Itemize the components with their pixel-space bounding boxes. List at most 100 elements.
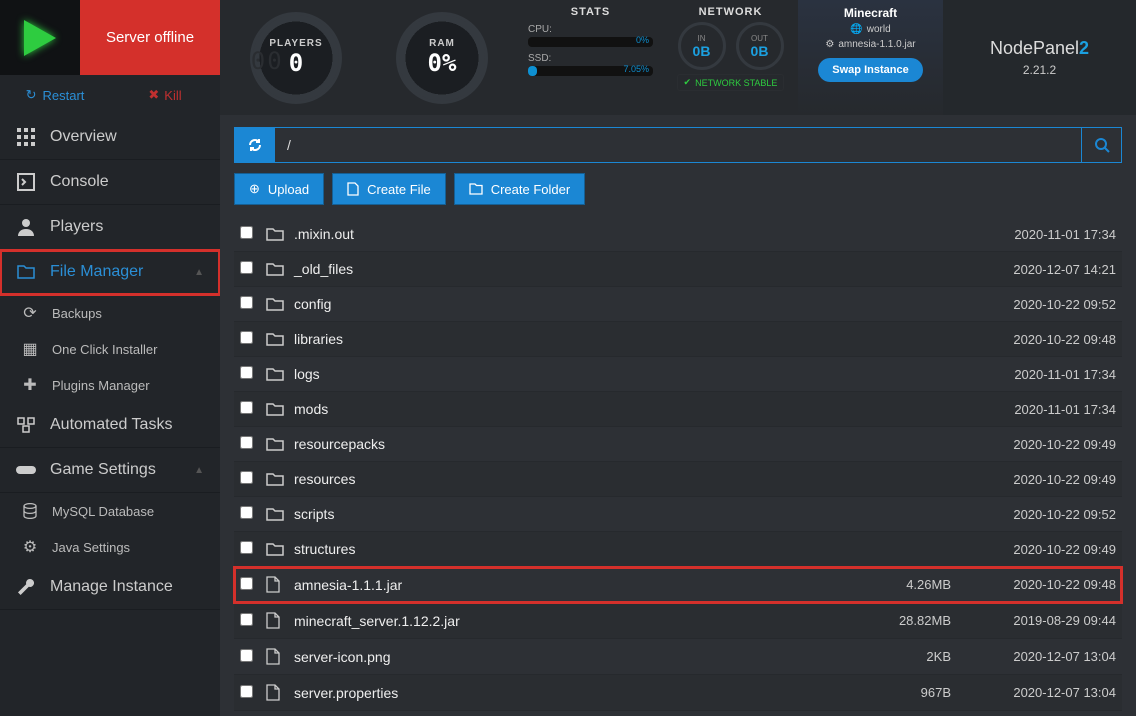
row-checkbox[interactable] — [240, 401, 266, 417]
sidebar-item-overview[interactable]: Overview — [0, 115, 220, 160]
create-file-button[interactable]: Create File — [332, 173, 446, 205]
file-row[interactable]: scripts2020-10-22 09:52 — [234, 497, 1122, 532]
file-date: 2020-10-22 09:49 — [951, 472, 1116, 487]
file-row[interactable]: minecraft_server.1.12.2.jar28.82MB2019-0… — [234, 603, 1122, 639]
row-checkbox[interactable] — [240, 226, 266, 242]
file-name: server-icon.png — [294, 649, 841, 665]
file-row[interactable]: _old_files2020-12-07 14:21 — [234, 252, 1122, 287]
folder-icon — [16, 262, 36, 282]
sidebar-item-plugins[interactable]: ✚ Plugins Manager — [0, 367, 220, 403]
file-icon — [347, 182, 359, 196]
row-checkbox[interactable] — [240, 541, 266, 557]
minecraft-panel: Minecraft 🌐world ⚙amnesia-1.1.0.jar Swap… — [798, 0, 943, 115]
row-checkbox[interactable] — [240, 685, 266, 701]
row-checkbox[interactable] — [240, 577, 266, 593]
server-status: Server offline — [80, 0, 220, 75]
refresh-path-button[interactable] — [235, 128, 275, 162]
sidebar-item-file-manager[interactable]: File Manager ▲ — [0, 250, 220, 295]
file-row[interactable]: resourcepacks2020-10-22 09:49 — [234, 427, 1122, 462]
sidebar-item-automated-tasks[interactable]: Automated Tasks — [0, 403, 220, 448]
row-checkbox[interactable] — [240, 649, 266, 665]
file-date: 2020-12-07 13:04 — [951, 649, 1116, 664]
folder-icon — [266, 262, 294, 277]
file-row[interactable]: server.properties967B2020-12-07 13:04 — [234, 675, 1122, 711]
ram-gauge: RAM 0% — [396, 12, 488, 104]
file-row[interactable]: config2020-10-22 09:52 — [234, 287, 1122, 322]
grid-icon: ▦ — [20, 339, 40, 359]
globe-icon: 🌐 — [850, 24, 862, 35]
grid-icon — [16, 127, 36, 147]
file-size: 28.82MB — [841, 613, 951, 628]
folder-icon — [266, 297, 294, 312]
sidebar-item-java[interactable]: ⚙ Java Settings — [0, 529, 220, 565]
file-date: 2020-10-22 09:48 — [951, 332, 1116, 347]
file-size: 967B — [841, 685, 951, 700]
network-in: IN 0B — [678, 22, 726, 70]
file-name: libraries — [294, 331, 841, 347]
backup-icon: ⟳ — [20, 303, 40, 323]
folder-icon — [266, 507, 294, 522]
file-row[interactable]: resources 2020-10-22 09:49 — [234, 462, 1122, 497]
players-value: 0 — [289, 49, 303, 77]
row-checkbox[interactable] — [240, 331, 266, 347]
network-out: OUT 0B — [736, 22, 784, 70]
sidebar-item-one-click[interactable]: ▦ One Click Installer — [0, 331, 220, 367]
sidebar-item-game-settings[interactable]: Game Settings ▲ — [0, 448, 220, 493]
file-name: scripts — [294, 506, 841, 522]
file-name: .mixin.out — [294, 226, 841, 242]
kill-button[interactable]: ✖ Kill — [110, 75, 220, 115]
sidebar-item-manage-instance[interactable]: Manage Instance — [0, 565, 220, 610]
console-icon — [16, 172, 36, 192]
file-name: _old_files — [294, 261, 841, 277]
row-checkbox[interactable] — [240, 506, 266, 522]
file-size: 2KB — [841, 649, 951, 664]
restart-button[interactable]: ↻ Restart — [0, 75, 110, 115]
sidebar-item-backups[interactable]: ⟳ Backups — [0, 295, 220, 331]
start-button[interactable] — [0, 0, 80, 75]
players-gauge: PLAYERS 00 0 — [250, 12, 342, 104]
file-row[interactable]: mods2020-11-01 17:34 — [234, 392, 1122, 427]
sidebar-item-players[interactable]: Players — [0, 205, 220, 250]
file-row[interactable]: amnesia-1.1.1.jar4.26MB2020-10-22 09:48 — [234, 567, 1122, 603]
gauges: PLAYERS 00 0 RAM 0% — [220, 0, 518, 115]
path-input[interactable] — [275, 128, 1081, 162]
file-name: amnesia-1.1.1.jar — [294, 577, 841, 593]
file-name: server.properties — [294, 685, 841, 701]
row-checkbox[interactable] — [240, 436, 266, 452]
stats-panel: STATS CPU: 0% SSD: 7.05% — [518, 0, 663, 115]
row-checkbox[interactable] — [240, 613, 266, 629]
play-icon — [24, 20, 56, 56]
network-status: ✔ NETWORK STABLE — [677, 74, 785, 91]
chevron-up-icon: ▲ — [194, 465, 204, 476]
create-folder-button[interactable]: Create Folder — [454, 173, 585, 205]
sidebar-item-console[interactable]: Console — [0, 160, 220, 205]
file-row[interactable]: logs 2020-11-01 17:34 — [234, 357, 1122, 392]
path-bar — [234, 127, 1122, 163]
folder-icon — [266, 332, 294, 347]
file-name: config — [294, 296, 841, 312]
file-row[interactable]: structures2020-10-22 09:49 — [234, 532, 1122, 567]
row-checkbox[interactable] — [240, 471, 266, 487]
file-row[interactable]: server-icon.png2KB2020-12-07 13:04 — [234, 639, 1122, 675]
row-checkbox[interactable] — [240, 261, 266, 277]
file-date: 2020-11-01 17:34 — [951, 367, 1116, 382]
chevron-up-icon: ▲ — [194, 267, 204, 278]
file-row[interactable]: .mixin.out 2020-11-01 17:34 — [234, 217, 1122, 252]
check-icon: ✔ — [684, 77, 692, 88]
file-name: resources — [294, 471, 841, 487]
search-button[interactable] — [1081, 128, 1121, 162]
sidebar-item-mysql[interactable]: MySQL Database — [0, 493, 220, 529]
file-row[interactable]: libraries 2020-10-22 09:48 — [234, 322, 1122, 357]
tasks-icon — [16, 415, 36, 435]
file-date: 2020-11-01 17:34 — [951, 227, 1116, 242]
file-date: 2020-11-01 17:34 — [951, 402, 1116, 417]
row-checkbox[interactable] — [240, 366, 266, 382]
network-panel: NETWORK IN 0B OUT 0B ✔ NETWORK STABLE — [663, 0, 798, 115]
file-icon — [266, 684, 294, 701]
file-name: logs — [294, 366, 841, 382]
swap-instance-button[interactable]: Swap Instance — [818, 58, 922, 82]
upload-button[interactable]: ⊕ Upload — [234, 173, 324, 205]
file-icon — [266, 576, 294, 593]
ram-value: 0% — [428, 49, 457, 77]
row-checkbox[interactable] — [240, 296, 266, 312]
